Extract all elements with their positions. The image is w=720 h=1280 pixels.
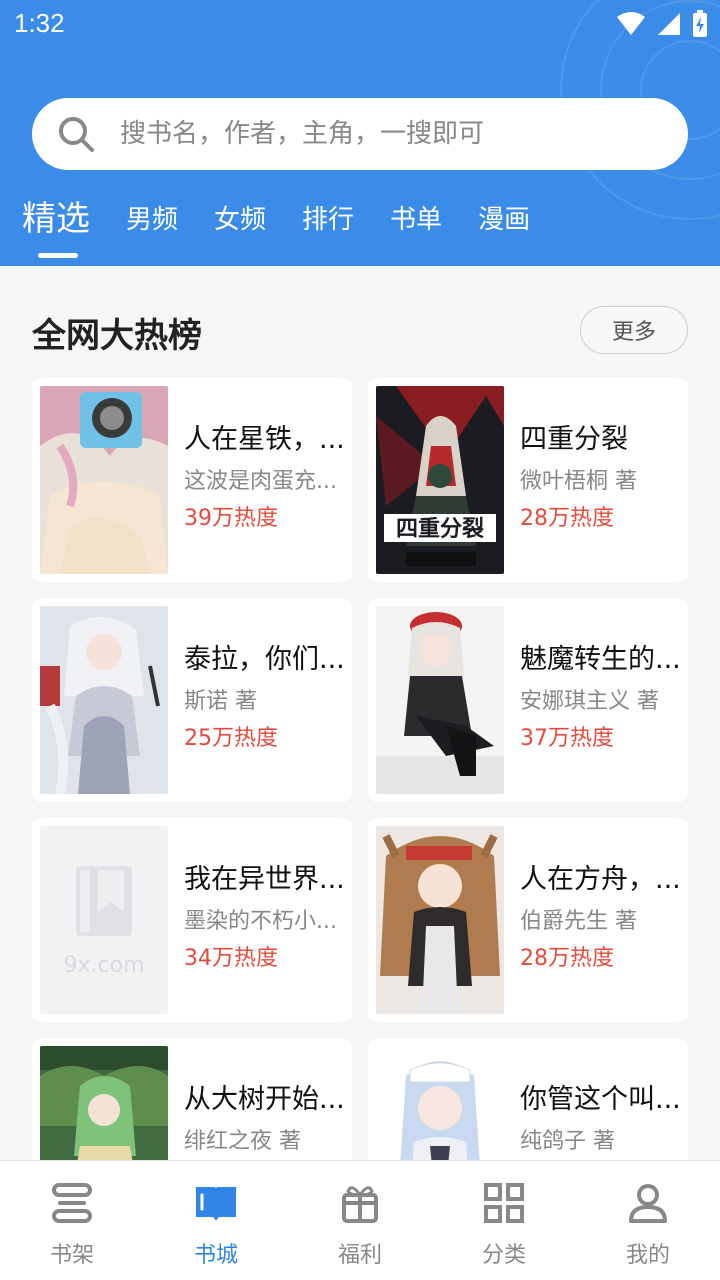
category-tabs: 精选 男频 女频 排行 书单 漫画 xyxy=(22,192,566,258)
book-card[interactable]: 9x.com 我在异世界... 墨染的不朽小... 34万热度 xyxy=(32,818,352,1022)
book-cover[interactable] xyxy=(376,826,504,1014)
section-title: 全网大热榜 xyxy=(32,316,202,356)
book-heat: 25万热度 xyxy=(184,726,278,751)
user-icon xyxy=(629,1184,667,1223)
book-heat: 39万热度 xyxy=(184,506,278,531)
nav-label: 福利 xyxy=(337,1243,382,1268)
book-heat: 28万热度 xyxy=(520,946,614,971)
book-title: 泰拉，你们... xyxy=(184,644,345,675)
tab-female[interactable]: 女频 xyxy=(214,199,266,258)
book-title: 人在星铁，... xyxy=(184,424,345,455)
tab-male[interactable]: 男频 xyxy=(126,199,178,258)
book-title: 我在异世界... xyxy=(184,864,345,895)
cover-watermark: 9x.com xyxy=(64,953,145,978)
book-author: 纯鸽子 著 xyxy=(520,1129,615,1154)
nav-label: 书城 xyxy=(193,1243,238,1268)
tab-comics[interactable]: 漫画 xyxy=(478,199,530,258)
nav-label: 分类 xyxy=(481,1243,526,1268)
nav-category[interactable]: 分类 xyxy=(432,1161,576,1280)
tab-booklist[interactable]: 书单 xyxy=(390,199,442,258)
book-author: 这波是肉蛋充... xyxy=(184,469,337,494)
book-card[interactable]: 人在方舟，... 伯爵先生 著 28万热度 xyxy=(368,818,688,1022)
book-author: 安娜琪主义 著 xyxy=(520,689,659,714)
wifi-icon xyxy=(617,12,645,35)
book-author: 微叶梧桐 著 xyxy=(520,469,637,494)
book-author: 斯诺 著 xyxy=(184,689,257,714)
header: 1:32 精选 男频 女频 排行 书单 漫画 xyxy=(0,0,720,266)
tab-ranking[interactable]: 排行 xyxy=(302,199,354,258)
book-title: 你管这个叫... xyxy=(520,1084,681,1115)
nav-bookstore[interactable]: 书城 xyxy=(144,1161,288,1280)
search-input[interactable] xyxy=(120,119,640,149)
open-book-icon xyxy=(196,1187,236,1221)
book-author: 墨染的不朽小... xyxy=(184,909,337,934)
nav-label: 书架 xyxy=(49,1243,94,1268)
book-author: 伯爵先生 著 xyxy=(520,909,637,934)
bottom-navigation: 书架 书城 福利 分类 我的 xyxy=(0,1160,720,1280)
nav-welfare[interactable]: 福利 xyxy=(288,1161,432,1280)
hot-ranking-section: 全网大热榜 更多 人在星铁，... 这波是肉蛋充... 39万热度 四重分裂 四… xyxy=(0,282,720,1242)
signal-icon xyxy=(658,13,680,35)
book-author: 绯红之夜 著 xyxy=(184,1129,301,1154)
nav-bookshelf[interactable]: 书架 xyxy=(0,1161,144,1280)
nav-profile[interactable]: 我的 xyxy=(576,1161,720,1280)
search-icon xyxy=(59,117,94,152)
book-card[interactable]: 泰拉，你们... 斯诺 著 25万热度 xyxy=(32,598,352,802)
status-bar: 1:32 xyxy=(0,0,720,50)
grid-icon xyxy=(484,1183,524,1223)
book-card[interactable]: 魅魔转生的... 安娜琪主义 著 37万热度 xyxy=(368,598,688,802)
status-time: 1:32 xyxy=(14,8,65,38)
book-heat: 37万热度 xyxy=(520,726,614,751)
svg-text:四重分裂: 四重分裂 xyxy=(396,517,484,542)
book-cover[interactable]: 9x.com xyxy=(40,826,168,1014)
book-title: 人在方舟，... xyxy=(520,864,681,895)
tab-featured[interactable]: 精选 xyxy=(22,191,90,258)
book-title: 从大树开始... xyxy=(184,1084,345,1115)
book-heat: 34万热度 xyxy=(184,946,278,971)
book-card[interactable]: 四重分裂 四重分裂 微叶梧桐 著 28万热度 xyxy=(368,378,688,582)
book-title: 四重分裂 xyxy=(520,424,628,455)
book-cover[interactable] xyxy=(40,386,168,574)
search-bar[interactable] xyxy=(32,98,688,170)
book-cover[interactable]: 四重分裂 xyxy=(376,386,504,574)
book-card[interactable]: 人在星铁，... 这波是肉蛋充... 39万热度 xyxy=(32,378,352,582)
book-cover[interactable] xyxy=(40,606,168,794)
book-heat: 28万热度 xyxy=(520,506,614,531)
nav-label: 我的 xyxy=(625,1243,670,1268)
book-title: 魅魔转生的... xyxy=(520,644,681,675)
book-cover[interactable] xyxy=(376,606,504,794)
bookshelf-icon xyxy=(52,1183,92,1223)
gift-icon xyxy=(342,1186,378,1223)
more-button[interactable]: 更多 xyxy=(580,306,688,354)
battery-icon xyxy=(693,10,707,37)
